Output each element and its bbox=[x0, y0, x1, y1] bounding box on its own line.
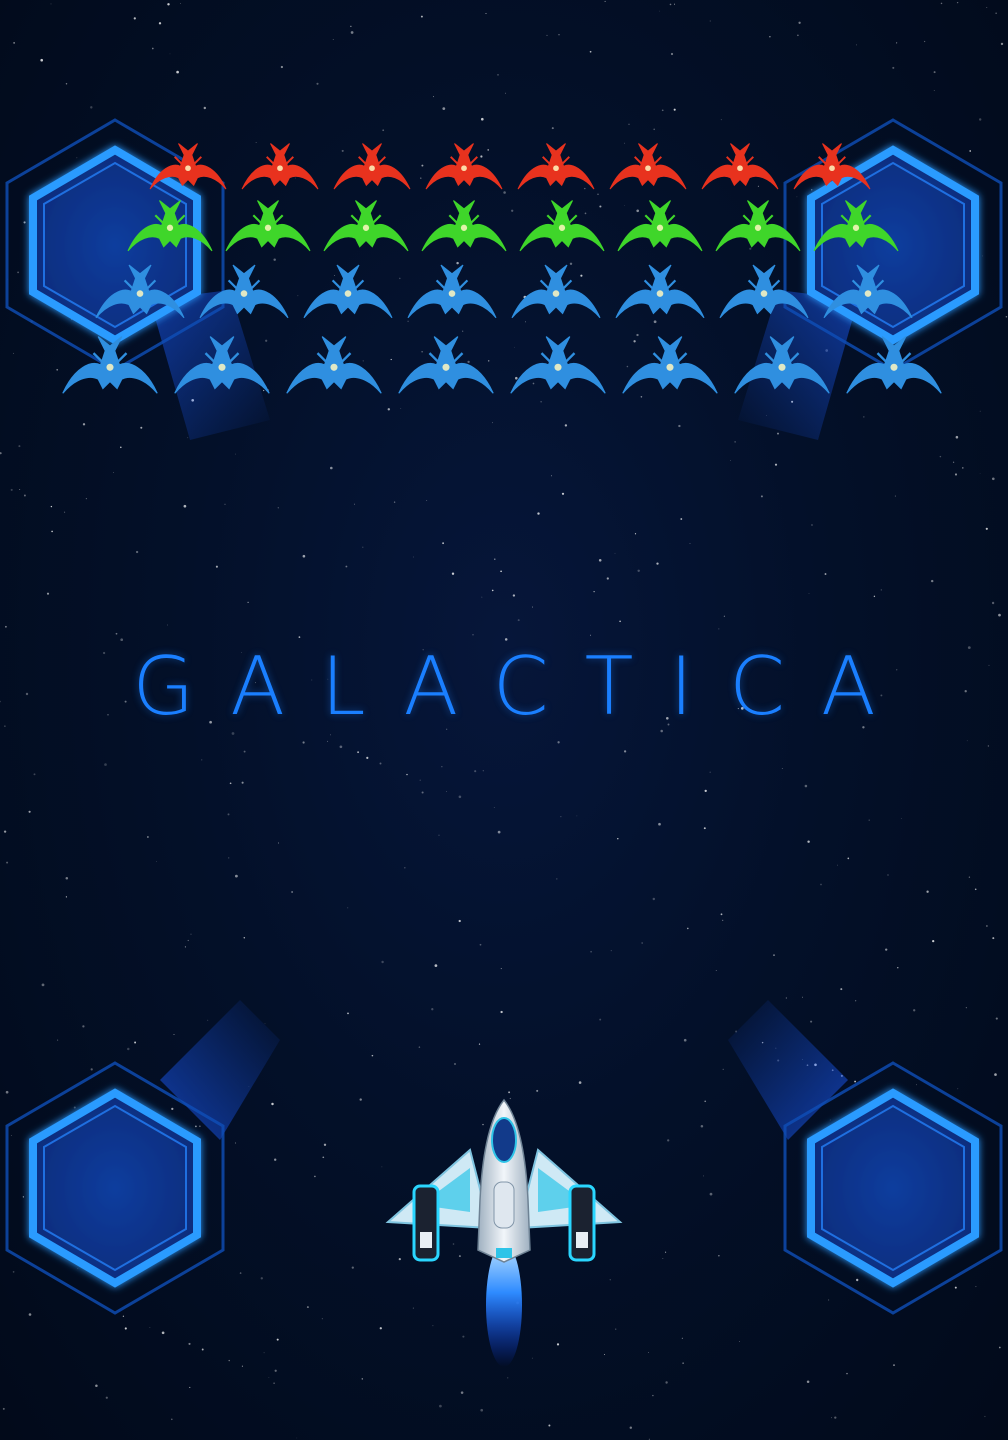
player-spaceship-icon[interactable] bbox=[385, 1098, 623, 1367]
player-layer bbox=[385, 1098, 623, 1367]
game-screen: GALACTICA bbox=[0, 0, 1008, 1440]
